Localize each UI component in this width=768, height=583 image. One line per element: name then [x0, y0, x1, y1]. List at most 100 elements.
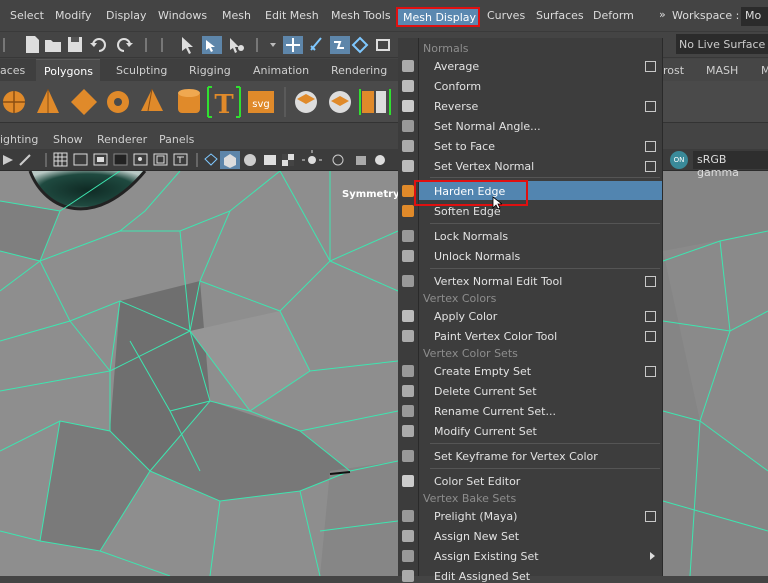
live-surface-field[interactable]: No Live Surface [676, 34, 768, 54]
tab-rigging[interactable]: Rigging [189, 64, 231, 77]
keyframe-color-icon [402, 450, 414, 462]
tab-sculpting[interactable]: Sculpting [116, 64, 167, 77]
resolution-gate-icon [93, 153, 108, 166]
prelight-options-box[interactable] [645, 511, 656, 522]
tab-motion[interactable]: M [761, 64, 768, 77]
select-tool-icon [182, 37, 193, 54]
menu-separator [430, 468, 660, 469]
menu-item-lock-normals[interactable]: Lock Normals [434, 230, 508, 243]
color-management-toggle[interactable]: ON [670, 151, 688, 169]
menu-windows[interactable]: Windows [158, 9, 207, 22]
tab-animation[interactable]: Animation [253, 64, 309, 77]
mouse-cursor-icon [492, 196, 502, 210]
menu-curves[interactable]: Curves [487, 9, 525, 22]
section-normals: Normals [423, 42, 469, 55]
menu-modify[interactable]: Modify [55, 9, 91, 22]
tab-surfaces[interactable]: aces [0, 64, 25, 77]
vertex-normal-edit-options-box[interactable] [645, 276, 656, 287]
menu-display[interactable]: Display [106, 9, 147, 22]
assign-existing-set-icon [402, 550, 414, 562]
film-gate-icon [73, 153, 88, 166]
save-scene-icon [68, 37, 82, 52]
reverse-icon [402, 100, 414, 112]
menu-edit-mesh[interactable]: Edit Mesh [265, 9, 319, 22]
menu-mesh-tools[interactable]: Mesh Tools [331, 9, 391, 22]
panel-toolbar-icons [3, 150, 385, 169]
poly-cone-icon [37, 89, 59, 113]
create-empty-set-options-box[interactable] [645, 366, 656, 377]
reverse-options-box[interactable] [645, 101, 656, 112]
menu-item-color-set-editor[interactable]: Color Set Editor [434, 475, 520, 488]
undo-icon [90, 38, 106, 52]
rename-set-icon [402, 405, 414, 417]
panel-menu-lighting[interactable]: ighting [0, 133, 38, 146]
submenu-arrow-icon [650, 552, 655, 560]
motion-blur-icon [375, 155, 385, 165]
paint-vertex-color-options-box[interactable] [645, 331, 656, 342]
menu-item-set-vertex-normal[interactable]: Set Vertex Normal [434, 160, 534, 173]
color-space-dropdown[interactable]: sRGB gamma [693, 151, 768, 179]
conform-icon [402, 80, 414, 92]
menu-item-create-empty-set[interactable]: Create Empty Set [434, 365, 531, 378]
menu-item-apply-color[interactable]: Apply Color [434, 310, 497, 323]
apply-color-options-box[interactable] [645, 311, 656, 322]
menu-surfaces[interactable]: Surfaces [536, 9, 584, 22]
apply-color-icon [402, 310, 414, 322]
section-vertex-color-sets: Vertex Color Sets [423, 347, 518, 360]
set-vertex-normal-options-box[interactable] [645, 161, 656, 172]
menu-item-edit-assigned-set[interactable]: Edit Assigned Set [434, 570, 530, 583]
wireframe-icon [204, 153, 218, 166]
menu-item-prelight-maya[interactable]: Prelight (Maya) [434, 510, 517, 523]
menu-item-unlock-normals[interactable]: Unlock Normals [434, 250, 520, 263]
safe-title-icon [173, 153, 188, 166]
menu-item-assign-existing-set[interactable]: Assign Existing Set [434, 550, 539, 563]
workspace-dropdown[interactable]: Mo [741, 7, 768, 26]
menu-item-modify-current-set[interactable]: Modify Current Set [434, 425, 537, 438]
poly-cylinder-icon [178, 89, 200, 113]
main-menubar: Select Modify Display Windows Mesh Edit … [0, 0, 768, 32]
svg-tool-glyph: svg [252, 99, 269, 110]
average-options-box[interactable] [645, 61, 656, 72]
redo-icon [117, 38, 133, 52]
default-material-icon [244, 154, 256, 166]
menu-select[interactable]: Select [10, 9, 44, 22]
tab-rendering[interactable]: Rendering [331, 64, 387, 77]
tab-xgen[interactable]: rost [663, 64, 684, 77]
panel-menu-show[interactable]: Show [53, 133, 83, 146]
menu-icon-column [398, 38, 418, 582]
menu-deform[interactable]: Deform [593, 9, 634, 22]
camera-attributes-icon [3, 155, 13, 165]
tab-mash[interactable]: MASH [706, 64, 738, 77]
menu-item-soften-edge[interactable]: Soften Edge [434, 205, 501, 218]
menu-separator [430, 268, 660, 269]
vertex-normal-icon [402, 160, 414, 172]
menu-item-paint-vertex-color-tool[interactable]: Paint Vertex Color Tool [434, 330, 557, 343]
menu-mesh-display[interactable]: Mesh Display [396, 7, 480, 27]
menu-item-delete-current-set[interactable]: Delete Current Set [434, 385, 537, 398]
panel-menu-renderer[interactable]: Renderer [97, 133, 147, 146]
menu-mesh[interactable]: Mesh [222, 9, 251, 22]
xray-icon [332, 154, 344, 166]
panel-menu-panels[interactable]: Panels [159, 133, 194, 146]
soften-edge-icon [402, 205, 414, 217]
paint-select-icon [230, 38, 244, 53]
safe-action-icon [153, 153, 168, 166]
menu-item-assign-new-set[interactable]: Assign New Set [434, 530, 519, 543]
tab-polygons[interactable]: Polygons [36, 59, 100, 81]
menu-item-rename-current-set[interactable]: Rename Current Set... [434, 405, 556, 418]
harden-edge-callout [414, 180, 528, 206]
menu-item-vertex-normal-edit-tool[interactable]: Vertex Normal Edit Tool [434, 275, 562, 288]
menu-item-average[interactable]: Average [434, 60, 479, 73]
menu-item-conform[interactable]: Conform [434, 80, 481, 93]
polygon-primitive-icons: T svg [3, 86, 391, 120]
mesh-display-menu: Normals Average Conform Reverse Set Norm… [418, 38, 663, 583]
set-to-face-options-box[interactable] [645, 141, 656, 152]
menu-item-set-keyframe-vertex-color[interactable]: Set Keyframe for Vertex Color [434, 450, 598, 463]
poly-sphere-icon [3, 91, 25, 113]
menubar-overflow-icon[interactable]: » [659, 8, 666, 21]
lock-normals-icon [402, 230, 414, 242]
menu-item-set-to-face[interactable]: Set to Face [434, 140, 495, 153]
menu-item-set-normal-angle[interactable]: Set Normal Angle... [434, 120, 541, 133]
poly-diamond-icon [71, 89, 97, 115]
menu-item-reverse[interactable]: Reverse [434, 100, 478, 113]
